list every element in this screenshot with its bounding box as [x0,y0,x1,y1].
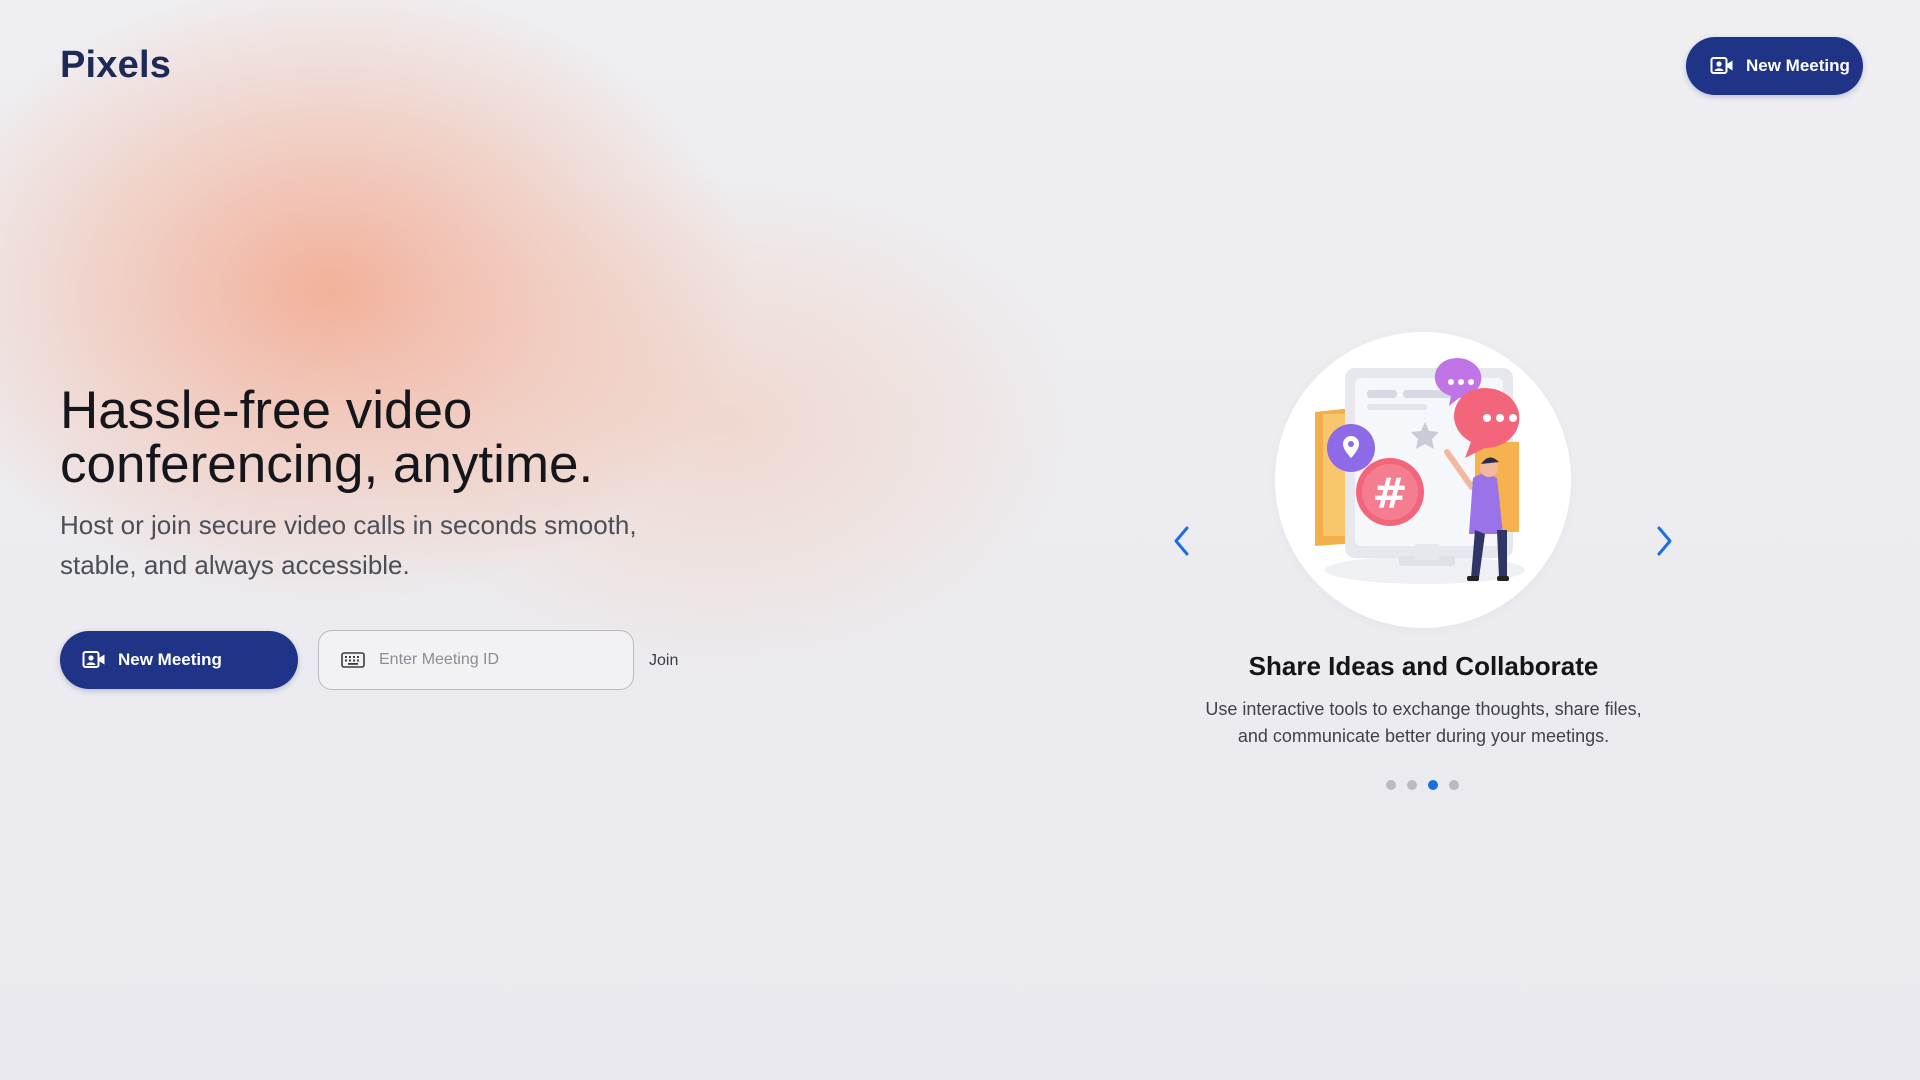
join-button[interactable]: Join [649,652,678,670]
carousel-prev-button[interactable] [1164,523,1200,559]
carousel-dot[interactable] [1428,780,1438,790]
meeting-id-field[interactable] [318,630,634,690]
keyboard-icon [341,652,365,668]
slide-description-line1: Use interactive tools to exchange though… [1205,699,1642,719]
hero-title-line2: conferencing, anytime. [60,435,594,494]
app-logo[interactable]: Pixels [60,44,171,87]
hero-subtitle: Host or join secure video calls in secon… [60,505,700,585]
hero-title: Hassle-free video conferencing, anytime. [60,384,760,492]
video-camera-icon [1710,56,1734,76]
header-new-meeting-button[interactable]: New Meeting [1686,37,1863,95]
video-camera-icon [82,650,106,670]
chevron-left-icon [1174,526,1189,556]
hero-subtitle-line1: Host or join secure video calls in secon… [60,510,637,540]
carousel-next-button[interactable] [1646,523,1682,559]
hero-title-line1: Hassle-free video [60,381,473,440]
hero-new-meeting-button[interactable]: New Meeting [60,631,298,689]
carousel-dot[interactable] [1407,780,1417,790]
meeting-id-input[interactable] [377,650,621,670]
carousel-dot[interactable] [1449,780,1459,790]
slide-description: Use interactive tools to exchange though… [1160,696,1687,750]
chevron-right-icon [1657,526,1672,556]
hero-new-meeting-label: New Meeting [118,650,222,669]
hero-subtitle-line2: stable, and always accessible. [60,550,410,580]
carousel-dots [1386,780,1459,790]
slide-title: Share Ideas and Collaborate [1248,651,1599,681]
carousel-dot[interactable] [1386,780,1396,790]
collaboration-illustration: # [1275,332,1571,628]
slide-description-line2: and communicate better during your meeti… [1237,726,1610,746]
svg-text:#: # [1372,469,1407,518]
header-new-meeting-label: New Meeting [1746,56,1850,75]
